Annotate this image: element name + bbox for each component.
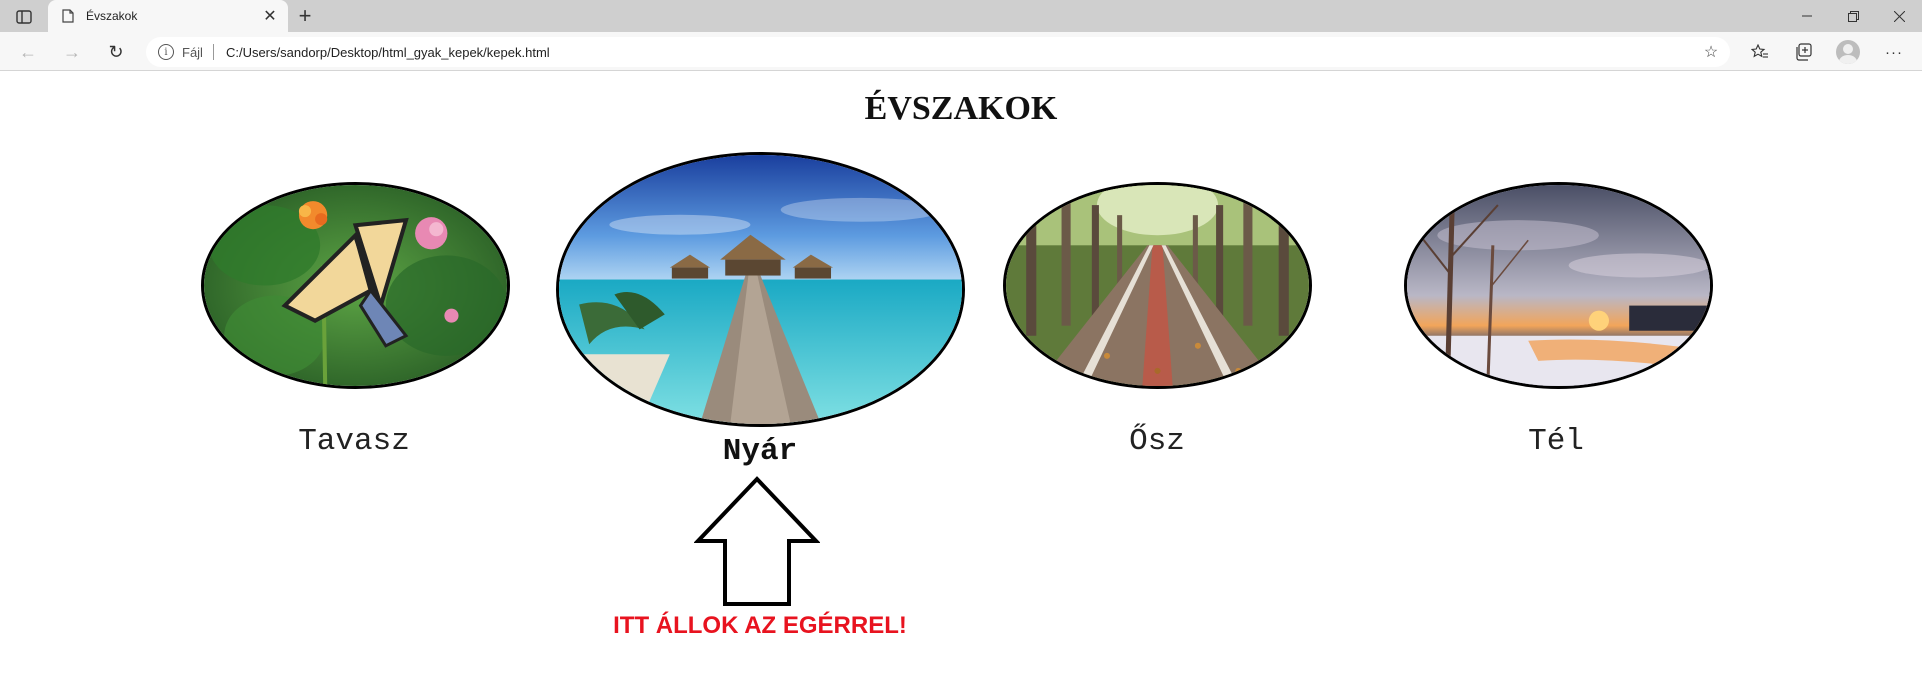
season-label-spring: Tavasz bbox=[298, 424, 410, 459]
tab-strip: Évszakok ✕ + bbox=[0, 0, 1922, 32]
minimize-icon[interactable] bbox=[1784, 0, 1830, 32]
season-label-autumn: Ősz bbox=[1129, 424, 1185, 459]
address-bar[interactable]: i Fájl C:/Users/sandorp/Desktop/html_gya… bbox=[146, 37, 1730, 67]
back-arrow-icon[interactable]: ← bbox=[14, 38, 42, 66]
close-window-icon[interactable] bbox=[1876, 0, 1922, 32]
collections-icon[interactable] bbox=[1790, 38, 1818, 66]
address-divider bbox=[212, 44, 214, 60]
avatar-icon[interactable] bbox=[1836, 40, 1860, 64]
close-icon[interactable]: ✕ bbox=[260, 6, 280, 26]
season-label-summer: Nyár bbox=[722, 434, 798, 469]
up-arrow-icon bbox=[694, 476, 820, 606]
summer-image[interactable] bbox=[556, 152, 965, 427]
browser-toolbar: ← → ↻ i Fájl C:/Users/sandorp/Desktop/ht… bbox=[0, 32, 1922, 71]
forward-arrow-icon[interactable]: → bbox=[58, 38, 86, 66]
mouse-note: ITT ÁLLOK AZ EGÉRREL! bbox=[613, 612, 907, 639]
restore-icon[interactable] bbox=[1830, 0, 1876, 32]
plus-icon[interactable]: + bbox=[292, 3, 318, 28]
refresh-icon[interactable]: ↻ bbox=[102, 38, 130, 66]
tab-evszakok[interactable]: Évszakok ✕ bbox=[48, 0, 288, 32]
season-label-winter: Tél bbox=[1528, 424, 1584, 459]
star-plus-icon[interactable]: ☆ bbox=[1702, 43, 1720, 61]
address-url[interactable]: C:/Users/sandorp/Desktop/html_gyak_kepek… bbox=[226, 45, 550, 60]
address-scheme: Fájl bbox=[182, 44, 203, 60]
page-title: ÉVSZAKOK bbox=[864, 90, 1058, 127]
spring-image[interactable] bbox=[201, 182, 510, 389]
tab-title: Évszakok bbox=[86, 9, 138, 23]
page-icon bbox=[60, 8, 76, 24]
info-icon[interactable]: i bbox=[158, 44, 174, 60]
tab-actions-icon[interactable] bbox=[10, 6, 38, 28]
favorites-icon[interactable] bbox=[1746, 38, 1774, 66]
more-icon[interactable]: ··· bbox=[1880, 38, 1908, 66]
autumn-image[interactable] bbox=[1003, 182, 1312, 389]
winter-image[interactable] bbox=[1404, 182, 1713, 389]
